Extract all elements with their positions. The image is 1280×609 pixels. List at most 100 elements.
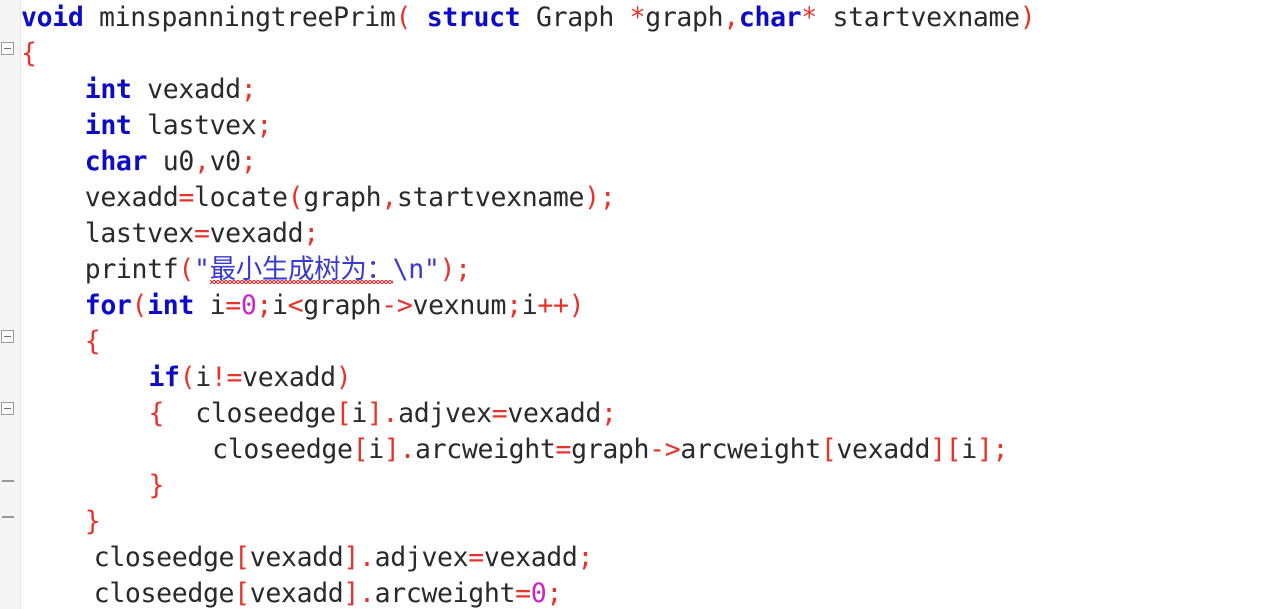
code-token: ] xyxy=(343,578,360,609)
code-token: v0 xyxy=(209,146,242,177)
code-token: ( xyxy=(179,362,196,393)
code-token: closeedge xyxy=(93,578,235,609)
code-token: , xyxy=(723,2,739,33)
line-arcweight-assign[interactable]: closeedge[i].arcweight=graph->arcweight[… xyxy=(212,432,1008,468)
code-token: vexadd xyxy=(249,542,344,573)
fold-marker-for-close-brace[interactable] xyxy=(2,516,14,518)
code-token: vexadd xyxy=(836,434,931,465)
code-token: adjvex xyxy=(398,398,492,429)
line-printf[interactable]: printf("最小生成树为：\n"); xyxy=(85,252,471,288)
code-token: ++ xyxy=(537,290,569,321)
code-token: ( xyxy=(131,290,148,321)
line-if-condition[interactable]: if(i!=vexadd) xyxy=(148,360,351,396)
code-token: Graph xyxy=(520,2,630,33)
code-token: vexadd xyxy=(483,542,578,573)
line-for-open-brace[interactable]: { xyxy=(85,324,101,360)
code-token: char xyxy=(84,146,148,177)
code-token: [ xyxy=(335,398,352,429)
code-token: , xyxy=(193,146,210,177)
code-token: arcweight xyxy=(680,434,821,465)
code-token: ; xyxy=(256,110,272,141)
fold-marker-if-open-brace[interactable] xyxy=(1,402,14,415)
code-token: [ xyxy=(234,542,250,573)
code-token: int xyxy=(84,74,132,105)
code-token: != xyxy=(210,362,243,393)
code-token: ] xyxy=(343,542,360,573)
code-token: } xyxy=(84,506,101,537)
code-token: * xyxy=(801,2,817,33)
editor-gutter[interactable] xyxy=(0,0,21,609)
code-token: graph xyxy=(303,182,382,213)
code-token: ; xyxy=(256,290,273,321)
code-token: ) xyxy=(1019,2,1036,33)
code-token: } xyxy=(148,470,165,501)
code-token: -> xyxy=(381,290,413,321)
code-token: u0 xyxy=(147,146,195,177)
fold-marker-for-open-brace[interactable] xyxy=(1,330,14,343)
code-token: vexnum xyxy=(412,290,507,321)
code-token: lastvex xyxy=(84,218,195,249)
code-token: [ xyxy=(234,578,250,609)
code-token: { xyxy=(84,326,101,357)
code-token: closeedge xyxy=(164,398,336,429)
code-editor[interactable]: void minspanningtreePrim( struct Graph *… xyxy=(0,0,1280,609)
code-token: ] xyxy=(383,434,400,465)
code-token: i xyxy=(521,290,538,321)
code-token: adjvex xyxy=(374,542,469,573)
code-token: graph xyxy=(571,434,650,465)
line-assign-lastvex[interactable]: lastvex=vexadd; xyxy=(85,216,319,252)
code-token: vexadd xyxy=(209,218,304,249)
code-token: lastvex xyxy=(131,110,257,141)
spellcheck-underline: 最小生成树为： xyxy=(209,252,393,288)
fold-marker-if-close-brace[interactable] xyxy=(2,480,14,482)
code-token: ; xyxy=(303,218,319,249)
code-token: ) xyxy=(568,290,585,321)
line-decl-vexadd[interactable]: int vexadd; xyxy=(85,72,257,108)
code-token: if xyxy=(148,362,180,393)
code-token: = xyxy=(225,290,241,321)
code-token: ( xyxy=(395,2,412,33)
line-function-open-brace[interactable]: { xyxy=(21,36,37,72)
code-token: struct xyxy=(426,2,521,33)
line-closeedge-vexadd-arcweight[interactable]: closeedge[vexadd].arcweight=0; xyxy=(93,576,563,609)
code-token: i xyxy=(195,362,211,393)
code-token: void xyxy=(21,2,84,33)
code-token: [ xyxy=(820,434,837,465)
code-token: . xyxy=(399,434,416,465)
code-token: ) xyxy=(335,362,352,393)
line-closeedge-vexadd-adjvex[interactable]: closeedge[vexadd].adjvex=vexadd; xyxy=(93,540,594,576)
code-token: ( xyxy=(287,182,304,213)
fold-marker-function-open-brace[interactable] xyxy=(1,42,14,55)
code-token: 0 xyxy=(530,578,547,609)
line-decl-u0-v0[interactable]: char u0,v0; xyxy=(85,144,257,180)
code-token: ; xyxy=(455,254,471,285)
code-token: graph xyxy=(303,290,382,321)
line-decl-lastvex[interactable]: int lastvex; xyxy=(84,108,273,144)
code-token: = xyxy=(491,398,508,429)
code-token: i xyxy=(351,398,367,429)
code-token: i xyxy=(961,434,977,465)
line-assign-vexadd-locate[interactable]: vexadd=locate(graph,startvexname); xyxy=(85,180,616,216)
code-token: 最小生成树为： xyxy=(209,254,393,285)
code-token: arcweight xyxy=(415,434,556,465)
code-token: ; xyxy=(506,290,522,321)
code-token: closeedge xyxy=(93,542,235,573)
code-token: for xyxy=(84,290,132,321)
line-signature[interactable]: void minspanningtreePrim( struct Graph *… xyxy=(21,0,1036,36)
line-for-loop[interactable]: for(int i=0;i<graph->vexnum;i++) xyxy=(84,288,585,324)
code-token: ; xyxy=(577,542,594,573)
code-token: i xyxy=(272,290,288,321)
line-for-close-brace[interactable]: } xyxy=(85,504,101,540)
code-token: arcweight xyxy=(374,578,516,609)
code-token: ( xyxy=(178,254,194,285)
code-token: char xyxy=(738,2,802,33)
line-if-close-brace[interactable]: } xyxy=(148,468,164,504)
code-content-area[interactable]: void minspanningtreePrim( struct Graph *… xyxy=(21,0,1280,609)
code-token: i xyxy=(193,290,226,321)
code-token: startvexname xyxy=(396,182,585,213)
code-token: = xyxy=(193,218,210,249)
line-if-open-brace-adjvex[interactable]: { closeedge[i].adjvex=vexadd; xyxy=(148,396,617,432)
code-token: locate xyxy=(193,182,288,213)
code-token: . xyxy=(359,542,375,573)
code-token: int xyxy=(84,110,132,141)
